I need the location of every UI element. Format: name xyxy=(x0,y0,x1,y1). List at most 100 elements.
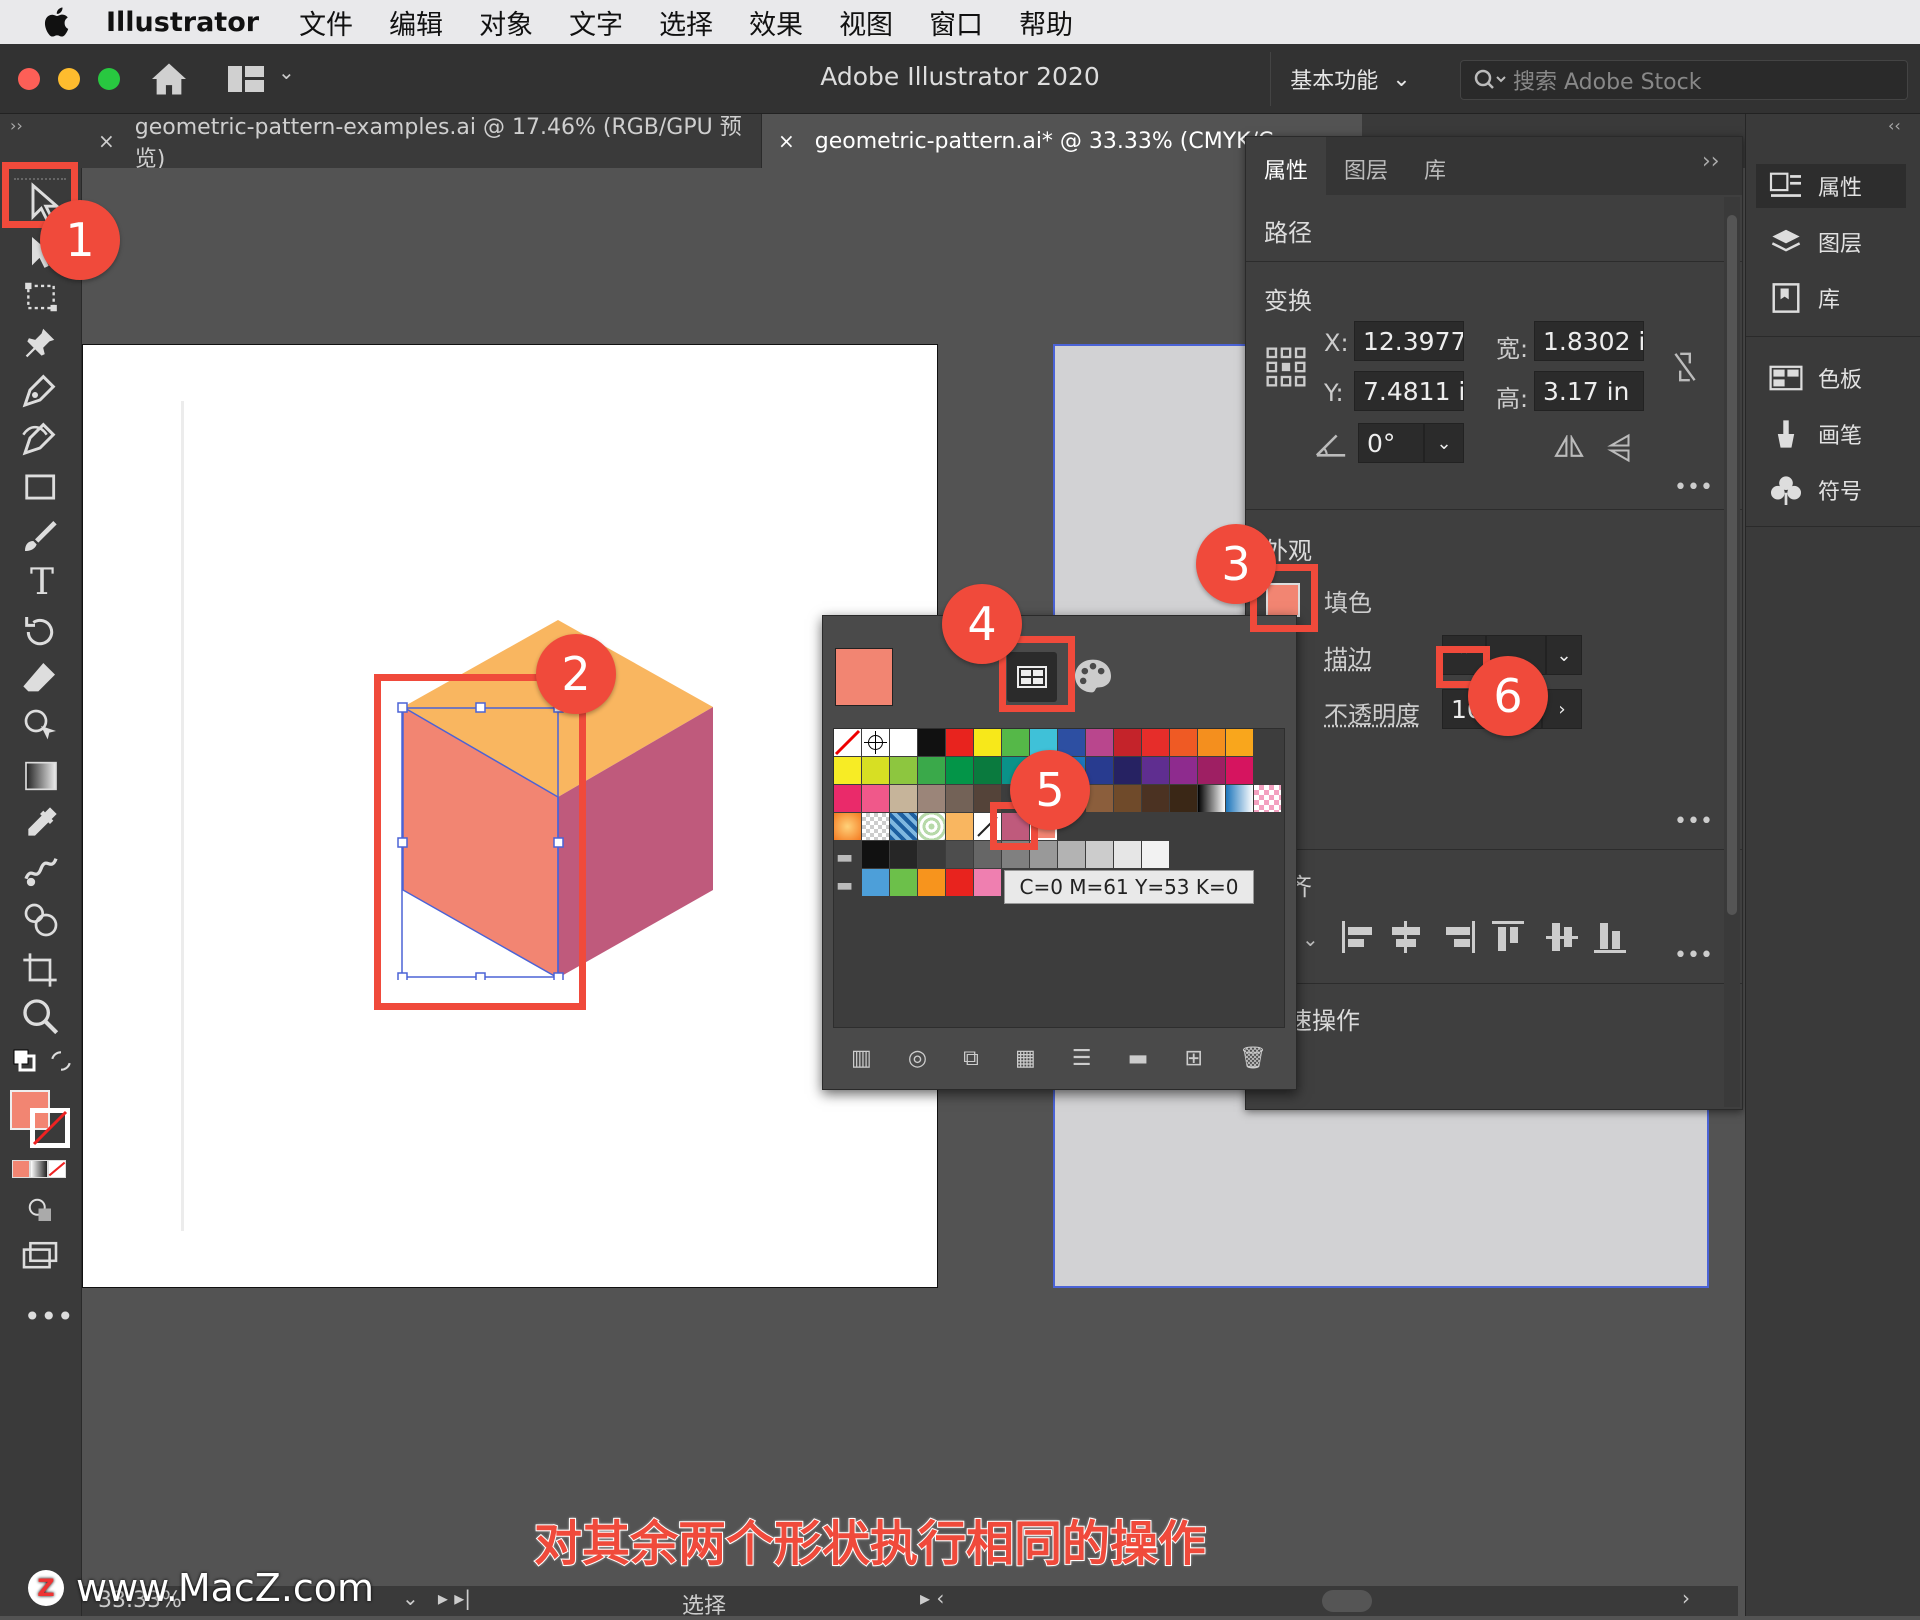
menu-type[interactable]: 文字 xyxy=(569,3,623,42)
blend-tool-icon[interactable] xyxy=(20,852,62,892)
flip-horizontal-icon[interactable] xyxy=(1552,435,1586,461)
default-fill-stroke-icon[interactable] xyxy=(12,1048,36,1072)
swatch[interactable] xyxy=(946,841,973,868)
apple-icon[interactable] xyxy=(40,4,76,40)
menu-app[interactable]: Illustrator xyxy=(106,7,259,38)
swatch[interactable] xyxy=(1058,841,1085,868)
swatch[interactable] xyxy=(1142,757,1169,784)
swatch-gradient[interactable] xyxy=(1198,785,1225,812)
swatch[interactable] xyxy=(1142,785,1169,812)
swatch[interactable] xyxy=(1114,757,1141,784)
align-buttons[interactable] xyxy=(1342,919,1642,955)
stroke-color-swatch[interactable] xyxy=(30,1108,70,1148)
swatch[interactable] xyxy=(1114,785,1141,812)
swatch[interactable] xyxy=(1086,729,1113,756)
swatch-black[interactable] xyxy=(918,729,945,756)
swatch[interactable] xyxy=(1170,785,1197,812)
swatch[interactable] xyxy=(1142,729,1169,756)
dock-item-layers[interactable]: 图层 xyxy=(1768,226,1862,258)
swatch[interactable] xyxy=(974,729,1001,756)
opacity-label[interactable]: 不透明度 xyxy=(1324,695,1420,730)
stroke-weight-dropdown[interactable]: ⌄ xyxy=(1546,635,1582,675)
reference-point-icon[interactable] xyxy=(1266,347,1306,387)
color-mixer-palette-icon[interactable] xyxy=(1073,658,1113,694)
menu-help[interactable]: 帮助 xyxy=(1019,3,1073,42)
workspace-switcher[interactable]: 基本功能 ⌄ xyxy=(1270,52,1430,106)
panel-scrollbar[interactable] xyxy=(1724,197,1740,1107)
opacity-arrow-button[interactable]: › xyxy=(1542,689,1582,729)
collapse-dock-icon[interactable]: ‹‹ xyxy=(1888,116,1901,135)
swatch[interactable] xyxy=(946,757,973,784)
swatch[interactable] xyxy=(890,785,917,812)
panel-menu-icon[interactable]: ›› xyxy=(1702,149,1720,174)
shape-builder-tool-icon[interactable] xyxy=(20,706,62,746)
rotate-tool-icon[interactable] xyxy=(20,612,60,652)
curvature-tool-icon[interactable] xyxy=(20,418,60,458)
swatch[interactable] xyxy=(1114,729,1141,756)
swatch-list-view-icon[interactable]: ☰ xyxy=(1072,1046,1092,1071)
dock-item-brushes[interactable]: 画笔 xyxy=(1768,418,1862,450)
swatch[interactable] xyxy=(918,841,945,868)
dock-item-libraries[interactable]: 库 xyxy=(1768,282,1840,314)
swatch[interactable] xyxy=(946,869,973,896)
swatch[interactable] xyxy=(834,757,861,784)
swatch[interactable] xyxy=(1086,841,1113,868)
rectangle-tool-icon[interactable] xyxy=(20,468,62,506)
new-swatch-icon[interactable]: ⊞ xyxy=(1184,1046,1202,1071)
close-tab-icon[interactable]: × xyxy=(778,129,795,153)
swatch-registration[interactable] xyxy=(862,729,889,756)
tab-geometric-pattern-examples[interactable]: × geometric-pattern-examples.ai @ 17.46% … xyxy=(82,114,762,172)
artboard-tool-icon[interactable] xyxy=(20,950,60,990)
menu-object[interactable]: 对象 xyxy=(479,3,533,42)
swatch-gradient[interactable] xyxy=(834,813,861,840)
align-to-dropdown[interactable]: ⌄ xyxy=(1302,927,1319,951)
menu-edit[interactable]: 编辑 xyxy=(389,3,443,42)
width-input[interactable]: 1.8302 ir xyxy=(1534,321,1644,361)
constrain-proportions-icon[interactable] xyxy=(1670,349,1700,385)
swatch[interactable] xyxy=(1170,729,1197,756)
swatch-none[interactable] xyxy=(834,729,861,756)
swatch-libraries-menu-icon[interactable]: ▥ xyxy=(851,1046,872,1071)
flip-vertical-icon[interactable] xyxy=(1606,433,1636,463)
swatch-cube-top[interactable] xyxy=(946,813,973,840)
rotate-angle-input[interactable]: 0° xyxy=(1358,423,1424,463)
swatch[interactable] xyxy=(1198,729,1225,756)
swatch[interactable] xyxy=(1086,785,1113,812)
swatch[interactable] xyxy=(1002,729,1029,756)
angle-dropdown-button[interactable]: ⌄ xyxy=(1424,423,1464,463)
swatch[interactable] xyxy=(1170,757,1197,784)
collapse-toolbar-icon[interactable]: ›› xyxy=(10,116,23,135)
dock-item-properties[interactable]: 属性 xyxy=(1768,170,1862,202)
scroll-right-arrow[interactable]: › xyxy=(1682,1586,1690,1610)
horizontal-scrollbar-thumb[interactable] xyxy=(1322,1590,1372,1612)
stroke-label[interactable]: 描边 xyxy=(1324,639,1372,674)
status-arrows[interactable]: ▸ ‹ xyxy=(920,1586,944,1610)
tab-libraries[interactable]: 库 xyxy=(1406,137,1464,195)
swatch[interactable] xyxy=(1086,757,1113,784)
swatch-options-icon[interactable]: ⧉ xyxy=(963,1046,979,1071)
swatch-kind-icon[interactable]: ◎ xyxy=(908,1046,927,1071)
swatch[interactable] xyxy=(918,869,945,896)
swatch[interactable] xyxy=(918,785,945,812)
swatch[interactable] xyxy=(890,869,917,896)
more-transform-options-icon[interactable]: ••• xyxy=(1674,475,1713,500)
menu-window[interactable]: 窗口 xyxy=(929,3,983,42)
draw-mode-icon[interactable] xyxy=(24,1196,58,1226)
free-transform-tool-icon[interactable] xyxy=(20,278,62,316)
swatch[interactable] xyxy=(1198,757,1225,784)
close-tab-icon[interactable]: × xyxy=(98,129,115,153)
swatch[interactable] xyxy=(1142,841,1169,868)
menu-view[interactable]: 视图 xyxy=(839,3,893,42)
swatch-pattern[interactable] xyxy=(862,813,889,840)
tab-properties[interactable]: 属性 xyxy=(1246,137,1327,195)
height-input[interactable]: 3.17 in xyxy=(1534,371,1644,411)
swap-fill-stroke-icon[interactable] xyxy=(48,1048,74,1074)
gradient-tool-icon[interactable] xyxy=(20,756,62,796)
swatch[interactable] xyxy=(974,757,1001,784)
status-mode[interactable]: 选择 xyxy=(682,1588,726,1620)
swatch[interactable] xyxy=(862,869,889,896)
symbol-sprayer-tool-icon[interactable] xyxy=(20,900,62,940)
swatch-pattern[interactable] xyxy=(918,813,945,840)
stock-search-input[interactable]: 搜索 Adobe Stock xyxy=(1460,60,1908,100)
menu-select[interactable]: 选择 xyxy=(659,3,713,42)
